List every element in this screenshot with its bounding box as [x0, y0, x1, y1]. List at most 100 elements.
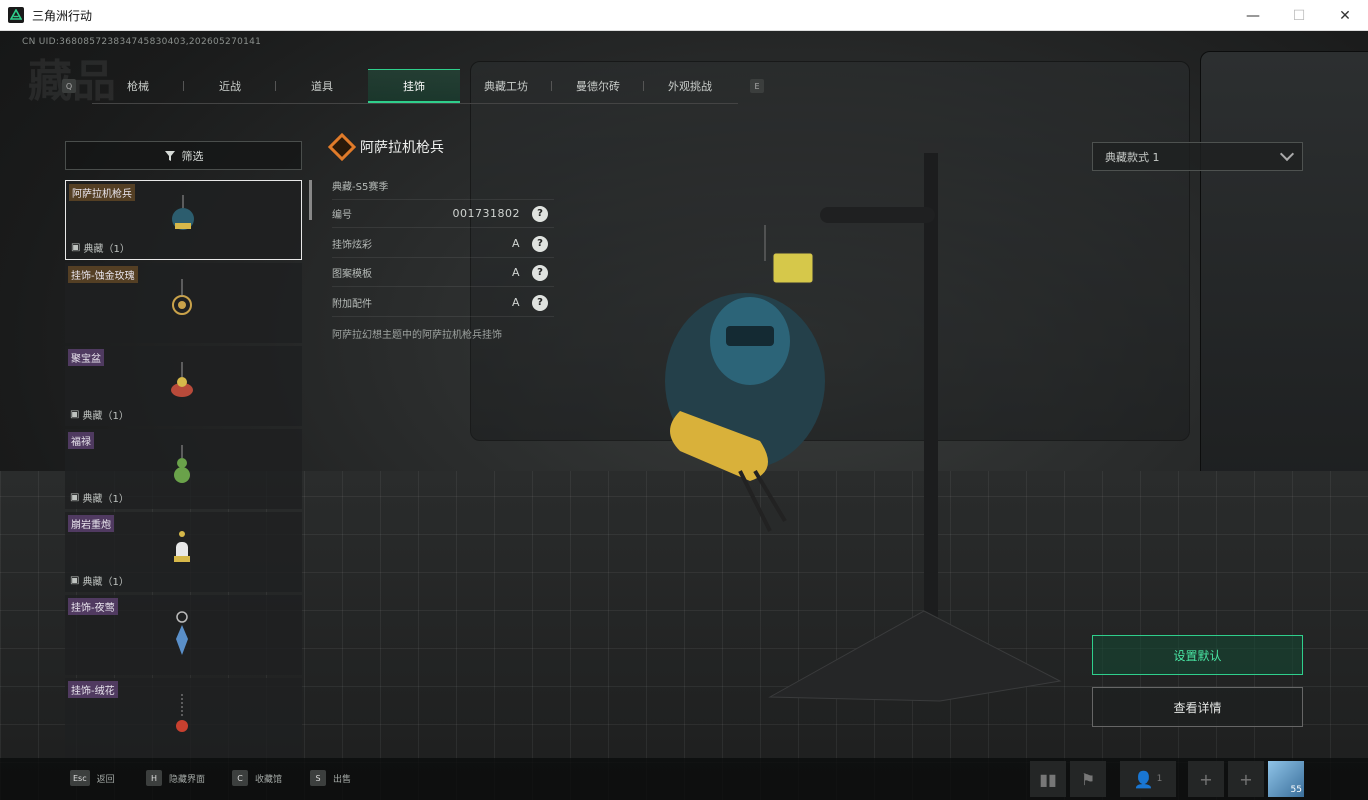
item-collection-count: 典藏（1） [82, 577, 129, 588]
maximize-button[interactable]: ☐ [1276, 0, 1322, 31]
charm-list: 阿萨拉机枪兵 ▣ 典藏（1） 挂饰-蚀金玫瑰 聚宝盆 ▣ 典藏（1） 福禄 ▣ 典藏（… [65, 180, 302, 760]
season-label: 典藏-S5赛季 [332, 182, 389, 193]
help-icon[interactable]: ? [532, 294, 548, 311]
image-icon: ▣ [71, 242, 81, 253]
detail-title: 阿萨拉机枪兵 [360, 140, 444, 156]
item-meta: ▣ 典藏（1） [70, 573, 129, 588]
item-name: 聚宝盆 [68, 349, 104, 366]
hint-label: 收藏馆 [255, 774, 283, 785]
detail-row-pattern: 图案模板 A ? [332, 259, 554, 287]
row-label: 图案模板 [332, 269, 372, 280]
chevron-down-icon [1279, 146, 1295, 162]
hint-back[interactable]: Esc 返回 [70, 770, 115, 786]
tab-melee[interactable]: 近战 [184, 69, 276, 103]
row-value: A [511, 296, 520, 309]
flag-icon[interactable]: ⚑ [1070, 761, 1106, 797]
window-title: 三角洲行动 [32, 8, 93, 23]
list-item[interactable]: 挂饰-夜莺 [65, 595, 302, 675]
view-details-button[interactable]: 查看详情 [1092, 687, 1303, 727]
row-value: 001731802 [452, 207, 520, 220]
hint-collection[interactable]: C 收藏馆 [232, 770, 282, 786]
image-icon: ▣ [70, 492, 80, 503]
key-c: C [232, 770, 248, 786]
detail-row-serial: 编号 001731802 ? [332, 200, 554, 228]
key-s: S [310, 770, 326, 786]
row-value: A [511, 237, 520, 250]
add-slot-icon[interactable]: + [1188, 761, 1224, 797]
category-tabs: Q 枪械 近战 道具 挂饰 典藏工坊 曼德尔砖 外观挑战 E [62, 69, 764, 103]
tab-workshop[interactable]: 典藏工坊 [460, 69, 552, 103]
detail-description: 阿萨拉幻想主题中的阿萨拉机枪兵挂饰 [332, 330, 502, 341]
tab-props[interactable]: 道具 [276, 69, 368, 103]
player-avatar[interactable]: 55 [1268, 761, 1304, 797]
stats-icon[interactable]: ▮▮ [1030, 761, 1066, 797]
player-level: 55 [1290, 785, 1302, 795]
tab-prev-key[interactable]: Q [62, 79, 76, 93]
tab-next-key[interactable]: E [750, 79, 764, 93]
charm-thumbnail [172, 279, 192, 315]
item-meta: ▣ 典藏（1） [71, 240, 130, 255]
list-item[interactable]: 聚宝盆 ▣ 典藏（1） [65, 346, 302, 426]
item-name: 挂饰-夜莺 [68, 598, 118, 615]
charm-thumbnail [176, 611, 188, 655]
item-name: 挂饰-绒花 [68, 681, 118, 698]
charm-display-stand[interactable] [640, 141, 1080, 721]
filter-button[interactable]: 筛选 [65, 141, 302, 170]
item-name: 挂饰-蚀金玫瑰 [68, 266, 138, 283]
filter-label: 筛选 [181, 149, 204, 163]
set-default-button[interactable]: 设置默认 [1092, 635, 1303, 675]
filter-icon [164, 150, 175, 161]
detail-season: 典藏-S5赛季 [332, 172, 554, 200]
hint-hide-ui[interactable]: H 隐藏界面 [146, 770, 205, 786]
item-name: 崩岩重炮 [68, 515, 114, 532]
window-titlebar: 三角洲行动 — ☐ ✕ [0, 0, 1368, 31]
charm-thumbnail [172, 195, 194, 230]
list-item[interactable]: 阿萨拉机枪兵 ▣ 典藏（1） [65, 180, 302, 260]
rarity-diamond-icon [327, 132, 357, 162]
item-collection-count: 典藏（1） [82, 494, 129, 505]
charm-thumbnail [174, 531, 190, 562]
app-logo-icon [8, 7, 24, 23]
style-dropdown[interactable]: 典藏款式 1 [1092, 142, 1303, 171]
list-item[interactable]: 挂饰-绒花 [65, 678, 302, 758]
tab-mandel-brick[interactable]: 曼德尔砖 [552, 69, 644, 103]
tab-challenges[interactable]: 外观挑战 [644, 69, 736, 103]
squad-count: 1 [1156, 774, 1163, 784]
row-label: 附加配件 [332, 299, 372, 310]
hint-sell[interactable]: S 出售 [310, 770, 351, 786]
tab-divider [92, 103, 738, 104]
item-meta: ▣ 典藏（1） [70, 490, 129, 505]
list-item[interactable]: 福禄 ▣ 典藏（1） [65, 429, 302, 509]
game-scene: CN UID:368085723834745830403,20260527014… [0, 31, 1368, 800]
list-scrollbar[interactable] [309, 180, 312, 220]
row-label: 挂饰炫彩 [332, 240, 372, 251]
row-label: 编号 [332, 210, 352, 221]
user-icon: 👤 [1133, 769, 1154, 789]
tab-firearms[interactable]: 枪械 [92, 69, 184, 103]
image-icon: ▣ [70, 409, 80, 420]
close-button[interactable]: ✕ [1322, 0, 1368, 31]
item-collection-count: 典藏（1） [83, 244, 130, 255]
list-item[interactable]: 崩岩重炮 ▣ 典藏（1） [65, 512, 302, 592]
key-h: H [146, 770, 162, 786]
detail-row-attachment: 附加配件 A ? [332, 289, 554, 317]
list-item[interactable]: 挂饰-蚀金玫瑰 [65, 263, 302, 343]
help-icon[interactable]: ? [532, 264, 548, 281]
key-esc: Esc [70, 770, 90, 786]
item-meta: ▣ 典藏（1） [70, 407, 129, 422]
detail-header: 阿萨拉机枪兵 [327, 132, 444, 162]
charm-thumbnail [171, 362, 193, 397]
detail-row-colorway: 挂饰炫彩 A ? [332, 230, 554, 258]
help-icon[interactable]: ? [532, 205, 548, 222]
item-collection-count: 典藏（1） [82, 411, 129, 422]
tab-charms[interactable]: 挂饰 [368, 69, 460, 103]
squad-button[interactable]: 👤 1 [1120, 761, 1176, 797]
charm-thumbnail [176, 694, 188, 732]
minimize-button[interactable]: — [1230, 0, 1276, 31]
charm-thumbnail [174, 445, 190, 483]
help-icon[interactable]: ? [532, 235, 548, 252]
add-slot-icon[interactable]: + [1228, 761, 1264, 797]
item-name: 阿萨拉机枪兵 [69, 184, 135, 201]
image-icon: ▣ [70, 575, 80, 586]
hint-label: 隐藏界面 [169, 774, 206, 785]
